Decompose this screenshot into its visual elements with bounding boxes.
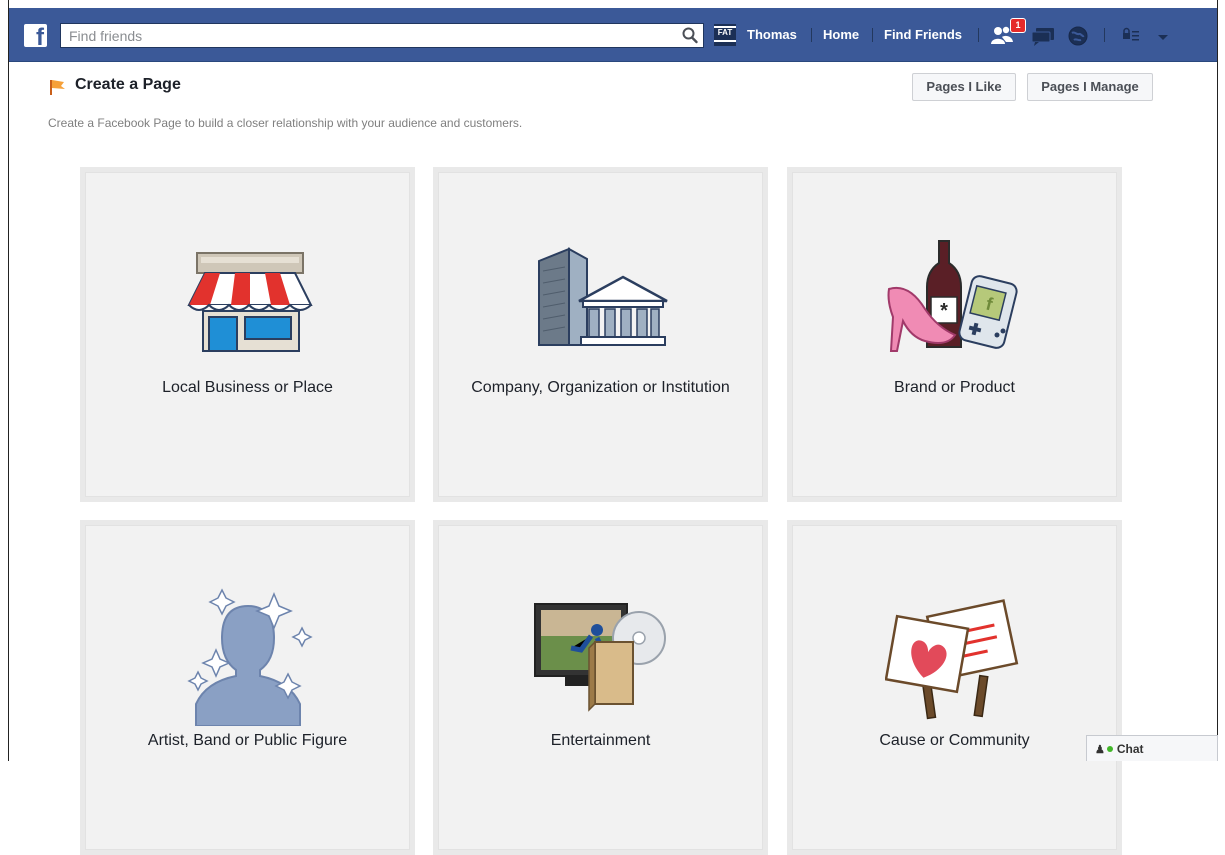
search-input[interactable] — [61, 24, 677, 47]
company-buildings-icon — [537, 247, 668, 346]
avatar[interactable]: FAT — [714, 24, 736, 46]
category-tile-entertainment[interactable]: Entertainment — [433, 520, 768, 855]
brand-products-icon: * f — [887, 240, 1018, 352]
privacy-shortcuts-icon[interactable] — [1122, 27, 1144, 47]
nav-divider — [1104, 28, 1105, 42]
online-status-dot — [1106, 746, 1113, 752]
category-label: Company, Organization or Institution — [471, 379, 730, 396]
category-label: Artist, Band or Public Figure — [147, 732, 348, 749]
category-label: Local Business or Place — [162, 379, 333, 396]
public-figure-silhouette-icon — [186, 588, 313, 726]
cause-signs-icon — [884, 599, 1018, 720]
category-tile-cause[interactable]: Cause or Community — [787, 520, 1122, 855]
entertainment-media-icon — [533, 603, 666, 712]
chat-tab[interactable]: ♟ Chat — [1086, 735, 1218, 761]
category-label: Entertainment — [550, 732, 651, 749]
tile-body: Local Business or Place — [85, 172, 410, 497]
notifications-globe-icon[interactable] — [1067, 25, 1089, 46]
search-icon[interactable] — [681, 26, 699, 45]
nav-divider — [811, 28, 812, 42]
account-menu-chevron-icon[interactable] — [1156, 29, 1170, 49]
facebook-logo-icon[interactable]: f — [24, 24, 47, 47]
tile-body: Cause or Community — [792, 525, 1117, 850]
tile-body: Artist, Band or Public Figure — [85, 525, 410, 850]
category-tile-artist[interactable]: Artist, Band or Public Figure — [80, 520, 415, 855]
page-title: Create a Page — [75, 76, 181, 93]
messages-icon[interactable] — [1030, 26, 1054, 46]
tile-body: Company, Organization or Institution — [438, 172, 763, 497]
avatar-text: FAT — [717, 28, 733, 37]
friend-requests-badge: 1 — [1010, 18, 1026, 33]
home-link[interactable]: Home — [823, 22, 859, 48]
search-box — [60, 23, 704, 48]
find-friends-link[interactable]: Find Friends — [884, 22, 962, 48]
pages-i-manage-button[interactable]: Pages I Manage — [1027, 73, 1153, 101]
category-tile-local-business[interactable]: Local Business or Place — [80, 167, 415, 502]
friend-requests-icon[interactable] — [990, 25, 1013, 45]
category-label: Brand or Product — [894, 379, 1015, 396]
category-label: Cause or Community — [879, 732, 1030, 749]
chat-person-icon: ♟ — [1095, 744, 1105, 756]
flag-icon — [48, 78, 68, 96]
pages-i-like-button[interactable]: Pages I Like — [912, 73, 1016, 101]
tile-body: * f Brand or Product — [792, 172, 1117, 497]
category-tile-company[interactable]: Company, Organization or Institution — [433, 167, 768, 502]
storefront-icon — [186, 252, 313, 352]
profile-link[interactable]: Thomas — [747, 22, 797, 48]
nav-divider — [978, 28, 979, 42]
svg-text:*: * — [940, 300, 948, 322]
nav-divider — [872, 28, 873, 42]
tile-body: Entertainment — [438, 525, 763, 850]
category-tile-brand[interactable]: * f Brand or Product — [787, 167, 1122, 502]
chat-label: Chat — [1116, 742, 1144, 756]
page-subtitle: Create a Facebook Page to build a closer… — [48, 116, 523, 130]
